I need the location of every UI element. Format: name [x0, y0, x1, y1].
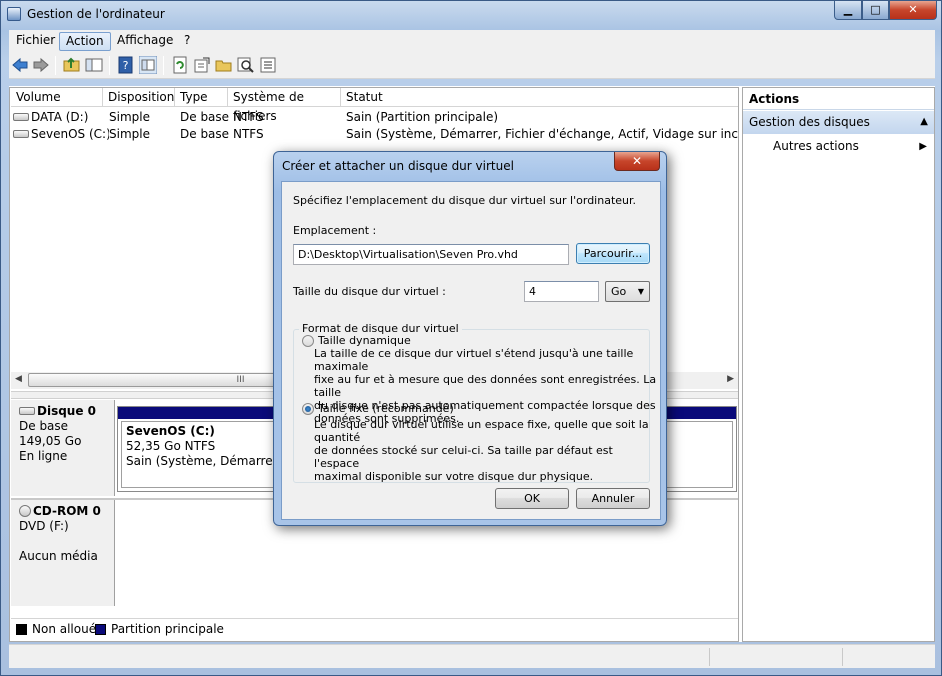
- help-icon[interactable]: ?: [117, 56, 135, 74]
- volume-row[interactable]: SevenOS (C:) Simple De base NTFS Sain (S…: [11, 126, 738, 143]
- refresh-icon[interactable]: [171, 56, 189, 74]
- minimize-button[interactable]: ▁: [834, 1, 862, 20]
- dialog-title: Créer et attacher un disque dur virtuel: [282, 159, 514, 173]
- properties-icon[interactable]: [259, 56, 277, 74]
- submenu-arrow-icon: ▶: [919, 141, 927, 152]
- legend-label: Partition principale: [111, 622, 224, 636]
- scroll-left-icon[interactable]: ◀: [15, 374, 22, 384]
- fixed-size-description: Le disque dur virtuel utilise un espace …: [314, 418, 649, 483]
- ok-button[interactable]: OK: [495, 488, 569, 509]
- drive-icon: [13, 129, 29, 138]
- chevron-down-icon: ▼: [637, 287, 644, 296]
- column-disposition[interactable]: Disposition: [103, 88, 175, 107]
- volume-name: SevenOS (C:): [31, 127, 109, 141]
- hard-disk-icon: [19, 406, 35, 415]
- volume-row[interactable]: DATA (D:) Simple De base NTFS Sain (Part…: [11, 109, 738, 126]
- forward-arrow-icon[interactable]: [32, 56, 50, 74]
- column-volume[interactable]: Volume: [11, 88, 103, 107]
- volume-name: DATA (D:): [31, 110, 89, 124]
- volume-type: De base: [180, 110, 230, 124]
- volume-status: Sain (Partition principale): [346, 110, 499, 124]
- actions-pane: Actions Gestion des disques ▲ Autres act…: [742, 87, 935, 642]
- legend-swatch-primary: [95, 624, 106, 635]
- volume-status: Sain (Système, Démarrer, Fichier d'échan…: [346, 127, 738, 141]
- collapse-up-icon[interactable]: ▲: [920, 111, 928, 133]
- fixed-size-label[interactable]: Taille fixe (recommandé): [318, 402, 454, 415]
- cdrom-icon: [19, 504, 31, 517]
- disk-0-label[interactable]: Disque 0 De base 149,05 Go En ligne: [11, 400, 115, 496]
- actions-group-disk-management[interactable]: Gestion des disques ▲: [743, 111, 934, 134]
- column-filesystem[interactable]: Système de fichiers: [228, 88, 341, 123]
- dynamic-size-label[interactable]: Taille dynamique: [318, 334, 411, 347]
- disk-state: En ligne: [19, 449, 68, 463]
- drive-icon: [13, 112, 29, 121]
- toolbar: ?: [9, 52, 935, 79]
- disk-kind: De base: [19, 419, 69, 433]
- volume-type: De base: [180, 127, 230, 141]
- disk-name: CD-ROM 0: [33, 504, 101, 518]
- cancel-button[interactable]: Annuler: [576, 488, 650, 509]
- dialog-intro: Spécifiez l'emplacement du disque dur vi…: [293, 194, 637, 207]
- column-type[interactable]: Type: [175, 88, 228, 107]
- disk-name: Disque 0: [37, 404, 97, 418]
- back-arrow-icon[interactable]: [11, 56, 29, 74]
- menu-fichier[interactable]: Fichier: [10, 32, 61, 51]
- export-list-icon[interactable]: [193, 56, 211, 74]
- properties-pane-icon[interactable]: [139, 56, 157, 74]
- legend-label: Non alloué: [32, 622, 97, 636]
- menu-help[interactable]: ?: [178, 32, 196, 51]
- location-label: Emplacement :: [293, 224, 377, 237]
- show-hide-tree-icon[interactable]: [85, 56, 103, 74]
- column-status[interactable]: Statut: [341, 88, 738, 107]
- maximize-button[interactable]: □: [862, 1, 889, 20]
- scroll-right-icon[interactable]: ▶: [727, 374, 734, 384]
- actions-group-label: Gestion des disques: [749, 115, 870, 129]
- dialog-close-button[interactable]: ✕: [614, 152, 660, 171]
- volume-disposition: Simple: [109, 110, 150, 124]
- volume-list-header: Volume Disposition Type Système de fichi…: [11, 88, 738, 123]
- other-actions-item[interactable]: Autres actions ▶: [743, 136, 934, 157]
- actions-title: Actions: [743, 88, 934, 110]
- volume-disposition: Simple: [109, 127, 150, 141]
- open-folder-icon[interactable]: [215, 56, 233, 74]
- svg-text:?: ?: [123, 59, 129, 72]
- disk-size: 149,05 Go: [19, 434, 82, 448]
- menu-bar: Fichier Action Affichage ?: [9, 30, 935, 52]
- up-folder-icon[interactable]: [63, 56, 81, 74]
- dialog-body: Spécifiez l'emplacement du disque dur vi…: [281, 181, 661, 520]
- legend-swatch-unallocated: [16, 624, 27, 635]
- browse-button[interactable]: Parcourir...: [576, 243, 650, 264]
- window-title: Gestion de l'ordinateur: [27, 7, 165, 21]
- volume-fs: NTFS: [233, 110, 264, 124]
- disk-kind: DVD (F:): [19, 519, 69, 533]
- title-bar: Gestion de l'ordinateur ▁ □ ✕: [1, 1, 941, 29]
- close-button[interactable]: ✕: [889, 1, 937, 20]
- cdrom-0-label[interactable]: CD-ROM 0 DVD (F:) Aucun média: [11, 500, 115, 606]
- location-input[interactable]: D:\Desktop\Virtualisation\Seven Pro.vhd: [293, 244, 569, 265]
- fixed-size-radio[interactable]: [302, 403, 314, 415]
- menu-action[interactable]: Action: [59, 32, 111, 51]
- computer-management-icon: [7, 7, 21, 21]
- size-input[interactable]: 4: [524, 281, 599, 302]
- disk-state: Aucun média: [19, 549, 98, 563]
- menu-affichage[interactable]: Affichage: [111, 32, 179, 51]
- dynamic-size-radio[interactable]: [302, 335, 314, 347]
- volume-fs: NTFS: [233, 127, 264, 141]
- size-label: Taille du disque dur virtuel :: [293, 285, 446, 298]
- search-icon[interactable]: [237, 56, 255, 74]
- unit-select[interactable]: Go ▼: [605, 281, 650, 302]
- unit-value: Go: [611, 285, 627, 298]
- legend: Non alloué Partition principale: [11, 618, 738, 640]
- create-vhd-dialog: Créer et attacher un disque dur virtuel …: [273, 151, 667, 526]
- other-actions-label: Autres actions: [773, 139, 859, 153]
- status-bar: [9, 644, 935, 668]
- computer-management-window: Gestion de l'ordinateur ▁ □ ✕ Fichier Ac…: [0, 0, 942, 676]
